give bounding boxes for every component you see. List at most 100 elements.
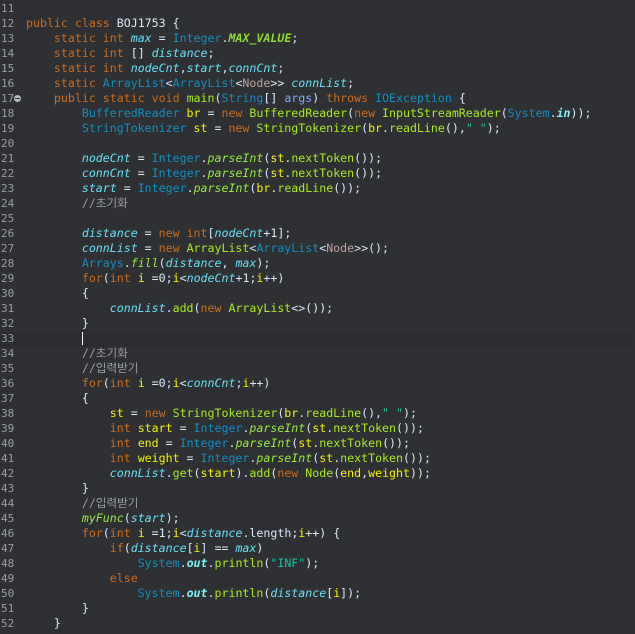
code-token: parseInt	[193, 181, 250, 195]
code-line[interactable]: 47 if(distance[i] == max)	[0, 541, 635, 556]
code-line[interactable]: 39 int start = Integer.parseInt(st.nextT…	[0, 421, 635, 436]
code-token: out	[186, 586, 208, 600]
code-area[interactable]: 11 12 public class BOJ1753 {13 static int …	[0, 1, 635, 631]
code-line[interactable]: 26 distance = new int[nodeCnt+1];	[0, 226, 635, 241]
code-line[interactable]: 11	[0, 1, 635, 16]
code-line[interactable]: 24 //초기화	[0, 196, 635, 211]
code-token: >>	[270, 76, 292, 90]
code-token: nextToken	[319, 436, 383, 450]
code-line[interactable]: 17 public static void main(String[] args…	[0, 91, 635, 106]
code-line[interactable]: 37 {	[0, 391, 635, 406]
code-line[interactable]: 28 Arrays.fill(distance, max);	[0, 256, 635, 271]
code-line[interactable]: 18 BufferedReader br = new BufferedReade…	[0, 106, 635, 121]
code-token: end	[340, 466, 362, 480]
code-editor[interactable]: 11 12 public class BOJ1753 {13 static int …	[0, 0, 635, 634]
code-token: =	[123, 406, 145, 420]
code-line[interactable]: 16 static ArrayList<ArrayList<Node>> con…	[0, 76, 635, 91]
code-token: Integer	[172, 31, 222, 45]
code-line[interactable]: 52 }	[0, 616, 635, 631]
code-token: ;	[165, 271, 173, 285]
code-line[interactable]: 41 int weight = Integer.parseInt(st.next…	[0, 451, 635, 466]
code-line[interactable]: 20	[0, 136, 635, 151]
code-token: Integer	[179, 436, 229, 450]
code-text: myFunc(start);	[26, 511, 180, 526]
code-line[interactable]: 44 //입력받기	[0, 496, 635, 511]
code-line[interactable]: 50 System.out.println(distance[i]);	[0, 586, 635, 601]
code-token: =	[207, 121, 229, 135]
code-token: connCnt	[186, 376, 236, 390]
code-line[interactable]: 38 st = new StringTokenizer(br.readLine(…	[0, 406, 635, 421]
line-number: 24	[1, 197, 15, 210]
code-text: connList = new ArrayList<ArrayList<Node>…	[26, 241, 389, 256]
code-token: nextToken	[340, 451, 403, 465]
code-token: get	[172, 466, 194, 480]
code-line[interactable]: 49 else	[0, 571, 635, 586]
line-number: 38	[1, 407, 15, 420]
code-text: {	[26, 391, 89, 406]
code-line[interactable]: 43 }	[0, 481, 635, 496]
code-token: parseInt	[207, 151, 264, 165]
code-token: (),	[444, 121, 466, 135]
code-line[interactable]: 12 public class BOJ1753 {	[0, 16, 635, 31]
code-text: //입력받기	[26, 361, 139, 376]
code-token: }	[26, 481, 89, 495]
code-token: .	[200, 166, 208, 180]
code-line[interactable]: 45 myFunc(start);	[0, 511, 635, 526]
line-number: 52	[1, 617, 15, 630]
code-line[interactable]: 32 }	[0, 316, 635, 331]
code-line[interactable]: 22 connCnt = Integer.parseInt(st.nextTok…	[0, 166, 635, 181]
code-line[interactable]: 34 //초기화	[0, 346, 635, 361]
code-token: int	[109, 271, 138, 285]
code-text: start = Integer.parseInt(br.readLine());	[26, 181, 361, 196]
code-token: start	[200, 466, 236, 480]
code-line[interactable]: 15 static int nodeCnt,start,connCnt;	[0, 61, 635, 76]
code-line[interactable]: 31 connList.add(new ArrayList<>());	[0, 301, 635, 316]
code-line[interactable]: 30 {	[0, 286, 635, 301]
code-token: [	[207, 226, 215, 240]
fold-toggle-icon[interactable]	[14, 95, 21, 102]
code-token: ++) {	[305, 526, 341, 540]
code-token: StringTokenizer	[81, 121, 194, 135]
code-line[interactable]: 51 }	[0, 601, 635, 616]
code-line[interactable]: 42 connList.get(start).add(new Node(end,…	[0, 466, 635, 481]
code-line[interactable]: 35 //입력받기	[0, 361, 635, 376]
code-token: i	[172, 526, 180, 540]
code-token: (),	[361, 406, 383, 420]
code-line[interactable]: 29 for(int i =0;i<nodeCnt+1;i++)	[0, 271, 635, 286]
code-token: ;	[165, 526, 173, 540]
code-token: distance	[165, 256, 222, 270]
line-number: 44	[1, 497, 15, 510]
code-line[interactable]: 48 System.out.println("INF");	[0, 556, 635, 571]
code-line[interactable]: 46 for(int i =1;i<distance.length;i++) {	[0, 526, 635, 541]
code-line[interactable]: 14 static int [] distance;	[0, 46, 635, 61]
code-line[interactable]: 21 nodeCnt = Integer.parseInt(st.nextTok…	[0, 151, 635, 166]
code-line[interactable]: 33	[0, 331, 635, 346]
code-token: )	[256, 541, 264, 555]
line-number: 49	[1, 572, 15, 585]
code-token: Integer	[151, 151, 201, 165]
code-token: parseInt	[207, 166, 264, 180]
code-token: static	[53, 76, 103, 90]
code-token: void	[151, 91, 187, 105]
code-line[interactable]: 19 StringTokenizer st = new StringTokeni…	[0, 121, 635, 136]
code-line[interactable]: 23 start = Integer.parseInt(br.readLine(…	[0, 181, 635, 196]
code-text: int weight = Integer.parseInt(st.nextTok…	[26, 451, 431, 466]
code-line[interactable]: 27 connList = new ArrayList<ArrayList<No…	[0, 241, 635, 256]
code-token: (	[193, 466, 201, 480]
code-token: st	[312, 421, 327, 435]
line-number: 18	[1, 107, 15, 120]
line-number: 30	[1, 287, 15, 300]
code-token: nodeCnt	[130, 61, 180, 75]
code-text: connCnt = Integer.parseInt(st.nextToken(…	[26, 166, 382, 181]
code-line[interactable]: 40 int end = Integer.parseInt(st.nextTok…	[0, 436, 635, 451]
code-line[interactable]: 13 static int max = Integer.MAX_VALUE;	[0, 31, 635, 46]
code-token: new	[158, 226, 187, 240]
line-number: 28	[1, 257, 15, 270]
code-line[interactable]: 36 for(int i =0;i<connCnt;i++)	[0, 376, 635, 391]
code-text: //초기화	[26, 346, 128, 361]
code-token: length	[249, 526, 292, 540]
code-line[interactable]: 25	[0, 211, 635, 226]
